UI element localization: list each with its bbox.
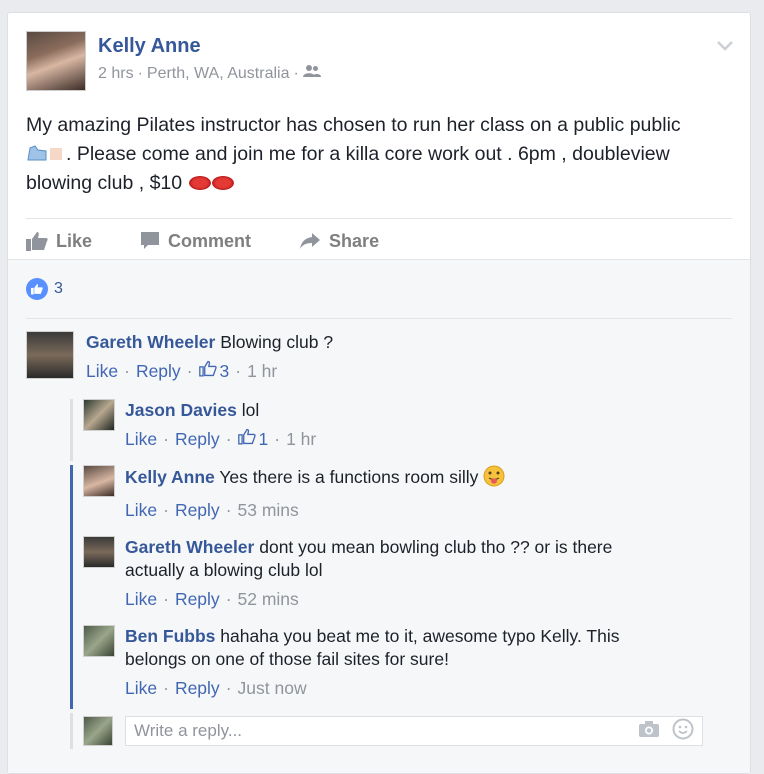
comment-time[interactable]: 53 mins <box>238 499 299 522</box>
thumbs-up-icon <box>26 232 48 251</box>
thumbs-up-icon <box>237 428 256 451</box>
avatar[interactable] <box>26 331 74 379</box>
comment-like-link[interactable]: Like <box>125 677 157 700</box>
comment-time[interactable]: Just now <box>238 677 307 700</box>
comment-reply-link[interactable]: Reply <box>175 677 220 700</box>
kiss-mark-icon <box>188 176 211 190</box>
comment: Gareth Wheeler Blowing club ? Like · Repl… <box>26 331 732 383</box>
tongue-out-emoji-icon <box>483 465 505 493</box>
like-reaction-icon <box>26 278 48 300</box>
replies-thread: Jason Davies lol Like · Reply · 1 · 1 hr Ke… <box>70 399 732 749</box>
avatar <box>83 716 113 746</box>
post-actions: Like Comment Share <box>26 218 732 263</box>
comment-author[interactable]: Ben Fubbs <box>125 626 215 646</box>
post-meta: 2 hrs · Perth, WA, Australia · <box>98 64 321 83</box>
like-button[interactable]: Like <box>26 231 92 252</box>
camera-icon[interactable] <box>638 720 660 743</box>
post-text: My amazing Pilates instructor has chosen… <box>26 114 681 194</box>
comment-like-link[interactable]: Like <box>125 428 157 451</box>
comment-time[interactable]: 1 hr <box>286 428 316 451</box>
comment-like-count[interactable]: 3 <box>220 360 230 383</box>
reply: Kelly Anne Yes there is a functions room… <box>83 465 732 522</box>
comment-like-link[interactable]: Like <box>125 588 157 611</box>
comment-time[interactable]: 1 hr <box>247 360 277 383</box>
comment-like-count[interactable]: 1 <box>259 428 269 451</box>
avatar[interactable] <box>26 31 86 91</box>
comment-reply-link[interactable]: Reply <box>136 360 181 383</box>
comment-author[interactable]: Gareth Wheeler <box>86 332 215 352</box>
post-author[interactable]: Kelly Anne <box>98 35 321 58</box>
chevron-down-icon[interactable] <box>716 35 734 58</box>
avatar[interactable] <box>83 465 115 497</box>
comment-time[interactable]: 52 mins <box>238 588 299 611</box>
reply-input[interactable]: Write a reply... <box>125 716 703 746</box>
emoji-icon[interactable] <box>672 718 694 745</box>
comment-button[interactable]: Comment <box>140 231 251 252</box>
comment-reply-link[interactable]: Reply <box>175 588 220 611</box>
comment-like-link[interactable]: Like <box>86 360 118 383</box>
comment-icon <box>141 232 160 249</box>
flexed-biceps-icon <box>26 142 66 161</box>
reply-composer: Write a reply... <box>83 716 732 746</box>
comment-reply-link[interactable]: Reply <box>175 428 220 451</box>
share-button[interactable]: Share <box>299 231 379 252</box>
reply: Jason Davies lol Like · Reply · 1 · 1 hr <box>83 399 732 451</box>
reaction-count[interactable]: 3 <box>54 280 63 298</box>
reactions-bar[interactable]: 3 <box>26 260 732 319</box>
post-card: Kelly Anne 2 hrs · Perth, WA, Australia … <box>7 12 751 774</box>
comments-section: 3 Gareth Wheeler Blowing club ? Like · Re… <box>8 259 750 773</box>
comment-author[interactable]: Gareth Wheeler <box>125 537 254 557</box>
comment-reply-link[interactable]: Reply <box>175 499 220 522</box>
reply: Ben Fubbs hahaha you beat me to it, awes… <box>83 625 732 700</box>
thumbs-up-icon <box>198 360 217 383</box>
comment-author[interactable]: Jason Davies <box>125 400 237 420</box>
comment-author[interactable]: Kelly Anne <box>125 467 215 487</box>
post-location[interactable]: Perth, WA, Australia <box>147 65 290 83</box>
reply: Gareth Wheeler dont you mean bowling clu… <box>83 536 732 611</box>
share-icon <box>300 233 321 249</box>
kiss-mark-icon <box>211 176 234 190</box>
post-time[interactable]: 2 hrs <box>98 65 134 83</box>
friends-icon[interactable] <box>302 64 321 83</box>
comment-like-link[interactable]: Like <box>125 499 157 522</box>
avatar[interactable] <box>83 536 115 568</box>
avatar[interactable] <box>83 399 115 431</box>
avatar[interactable] <box>83 625 115 657</box>
